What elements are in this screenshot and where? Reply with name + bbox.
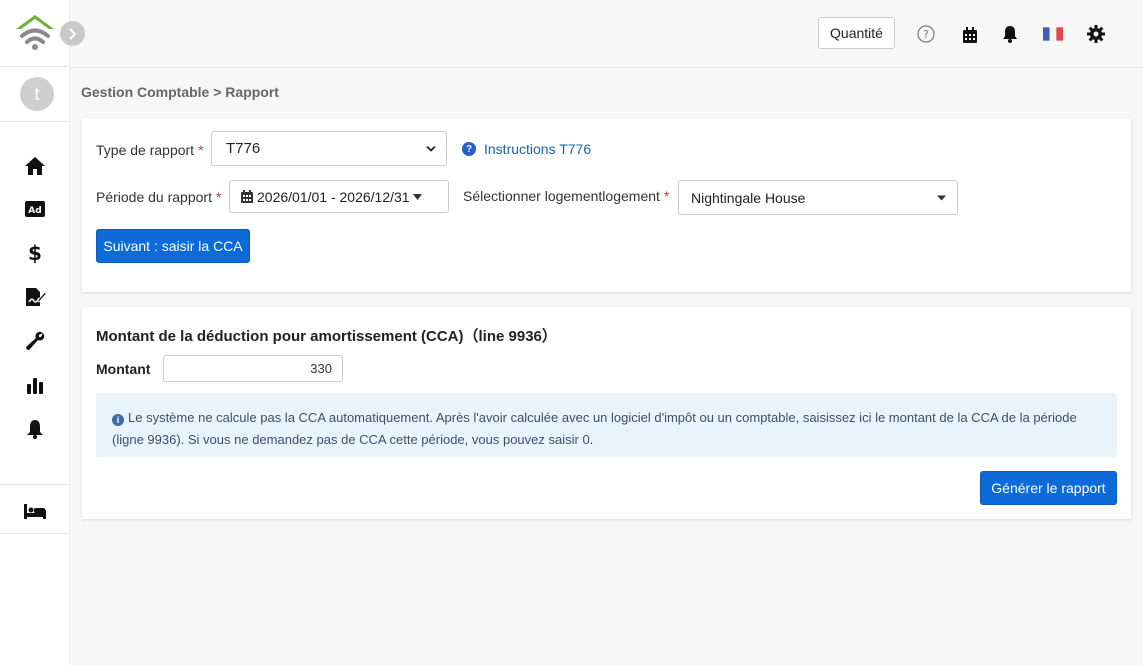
cca-card: Montant de la déduction pour amortisseme… — [82, 307, 1131, 519]
generate-report-button[interactable]: Générer le rapport — [980, 471, 1117, 505]
sidebar-divider — [0, 533, 70, 534]
amount-value: 330 — [310, 361, 332, 376]
calendar-icon[interactable] — [960, 25, 980, 45]
gear-icon[interactable] — [1086, 24, 1106, 44]
lodging-label: Sélectionner logementlogement * — [463, 188, 670, 204]
instructions-link[interactable]: ? Instructions T776 — [462, 141, 591, 157]
report-type-label: Type de rapport * — [96, 142, 204, 158]
breadcrumb: Gestion Comptable > Rapport — [81, 84, 279, 100]
report-type-select[interactable]: T776 — [211, 131, 447, 166]
cca-section-title: Montant de la déduction pour amortisseme… — [96, 328, 557, 345]
sidebar-divider — [0, 484, 70, 485]
avatar-initial: t — [34, 83, 40, 104]
bar-chart-icon[interactable] — [22, 374, 48, 396]
chevron-down-icon — [426, 145, 436, 152]
wrench-icon[interactable] — [22, 330, 48, 352]
svg-text:$: $ — [28, 242, 42, 264]
home-icon[interactable] — [22, 155, 48, 177]
quantity-button[interactable]: Quantité — [818, 17, 895, 49]
bed-icon[interactable] — [22, 500, 48, 522]
question-icon: ? — [462, 142, 476, 156]
svg-text:?: ? — [923, 28, 929, 41]
sidebar-divider — [0, 66, 70, 67]
period-value: 2026/01/01 - 2026/12/31 — [257, 188, 410, 205]
info-text: Le système ne calcule pas la CCA automat… — [112, 410, 1077, 447]
avatar[interactable]: t — [20, 77, 54, 111]
ad-icon[interactable]: Ad — [22, 198, 48, 220]
period-picker[interactable]: 2026/01/01 - 2026/12/31 — [229, 180, 449, 213]
caret-down-icon — [412, 193, 422, 200]
report-form-card: Type de rapport * T776 ? Instructions T77… — [82, 118, 1131, 292]
logo-icon[interactable] — [14, 14, 56, 52]
info-alert: i Le système ne calcule pas la CCA automa… — [96, 393, 1117, 457]
french-flag-icon[interactable] — [1043, 24, 1063, 44]
report-type-value: T776 — [226, 140, 261, 157]
amount-input[interactable]: 330 — [163, 355, 343, 382]
bell-icon[interactable] — [1000, 24, 1020, 44]
chevron-right-icon — [68, 27, 76, 40]
svg-text:Ad: Ad — [28, 206, 41, 216]
help-circle-icon[interactable]: ? — [916, 24, 936, 44]
collapse-sidebar-button[interactable] — [60, 21, 85, 46]
caret-down-icon — [937, 195, 946, 200]
next-enter-cca-button[interactable]: Suivant : saisir la CCA — [96, 229, 250, 263]
calendar-icon — [241, 190, 253, 203]
sidebar: t Ad $ — [0, 0, 70, 665]
dollar-icon[interactable]: $ — [22, 242, 48, 264]
info-icon: i — [112, 414, 124, 426]
instructions-link-text: Instructions T776 — [484, 141, 592, 157]
bell-icon[interactable] — [22, 418, 48, 440]
lodging-select[interactable]: Nightingale House — [678, 180, 958, 215]
contract-icon[interactable] — [22, 286, 48, 308]
amount-label: Montant — [96, 361, 151, 377]
top-bar: Quantité ? — [70, 0, 1143, 68]
sidebar-divider — [0, 121, 70, 122]
lodging-value: Nightingale House — [691, 189, 806, 206]
period-label: Période du rapport * — [96, 189, 222, 205]
